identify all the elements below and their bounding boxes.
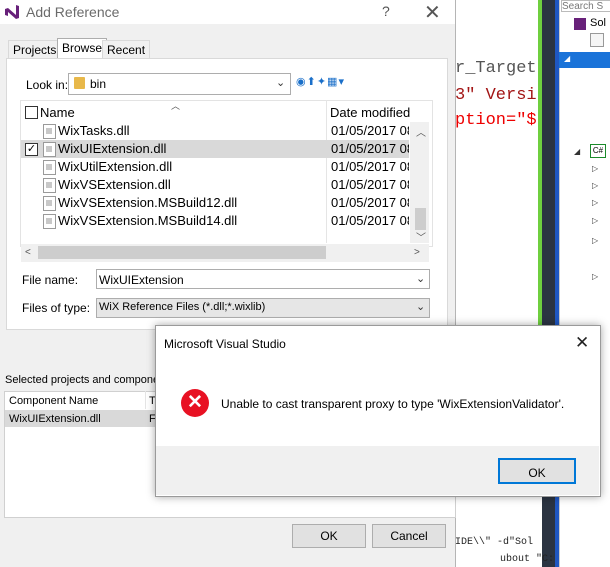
file-name: WixVSExtension.MSBuild12.dll [58, 195, 238, 210]
file-date: 01/05/2017 08:3 [331, 123, 409, 138]
file-row[interactable]: WixVSExtension.MSBuild14.dll 01/05/2017 0… [21, 212, 409, 230]
file-checkbox[interactable] [25, 215, 38, 228]
error-message: Unable to cast transparent proxy to type… [221, 397, 565, 411]
error-ok-button[interactable]: OK [498, 458, 576, 484]
column-header-name[interactable]: Name [40, 105, 75, 120]
look-in-value: bin [90, 77, 107, 91]
column-divider[interactable] [145, 391, 146, 409]
file-date: 01/05/2017 08:3 [331, 195, 409, 210]
selected-components-label: Selected projects and componen [5, 374, 166, 386]
file-row[interactable]: WixUtilExtension.dll 01/05/2017 08:3 [21, 158, 409, 176]
help-icon[interactable]: ? [382, 3, 390, 19]
file-name: WixUIExtension.dll [58, 141, 167, 156]
ok-button[interactable]: OK [292, 524, 366, 548]
dll-file-icon [43, 178, 56, 193]
project-icon [590, 33, 604, 47]
scroll-left-icon[interactable]: < [25, 247, 31, 258]
file-name: WixUtilExtension.dll [58, 159, 173, 174]
dll-file-icon [43, 214, 56, 229]
chevron-down-icon[interactable]: ⌄ [416, 272, 425, 285]
error-icon: ✕ [181, 389, 209, 417]
solution-root-label: Sol [590, 17, 606, 29]
solution-icon [574, 18, 586, 30]
file-name: WixVSExtension.dll [58, 177, 171, 192]
scroll-down-icon[interactable]: ﹀ [416, 229, 426, 244]
chevron-down-icon[interactable]: ⌄ [416, 300, 425, 313]
expand-arrow-icon[interactable]: ▷ [592, 236, 598, 245]
dialog-title: Add Reference [26, 4, 120, 20]
files-of-type-value: WiX Reference Files (*.dll;*.wixlib) [99, 301, 266, 313]
file-name: WixVSExtension.MSBuild14.dll [58, 213, 238, 228]
file-name: WixTasks.dll [58, 123, 130, 138]
select-all-checkbox[interactable] [25, 106, 38, 119]
code-line: 3" Versi [455, 86, 537, 105]
dll-file-icon [43, 196, 56, 211]
scroll-up-icon[interactable]: ︿ [416, 124, 426, 139]
file-name-value[interactable]: WixUIExtension [99, 273, 184, 287]
csharp-project-icon: C# [590, 144, 606, 158]
file-date: 01/05/2017 08:3 [331, 213, 409, 228]
dll-file-icon [43, 160, 56, 175]
expand-arrow-icon[interactable]: ▷ [592, 272, 598, 281]
view-menu-icon[interactable]: ▦▾ [327, 76, 345, 88]
code-line: r_Target [455, 59, 537, 78]
output-line: ubout "C: [500, 554, 555, 565]
column-header-date[interactable]: Date modified [330, 105, 410, 120]
file-checkbox[interactable] [25, 125, 38, 138]
column-header-component[interactable]: Component Name [9, 395, 98, 407]
component-name-cell: WixUIExtension.dll [9, 413, 101, 425]
file-checkbox[interactable]: ✓ [25, 143, 38, 156]
file-row[interactable]: WixVSExtension.dll 01/05/2017 08:3 [21, 176, 409, 194]
file-row[interactable]: ✓ WixUIExtension.dll 01/05/2017 08:3 [21, 140, 409, 158]
file-row[interactable]: WixVSExtension.MSBuild12.dll 01/05/2017 0… [21, 194, 409, 212]
cancel-button[interactable]: Cancel [372, 524, 446, 548]
chevron-down-icon[interactable]: ⌄ [276, 76, 285, 89]
expand-arrow-icon[interactable]: ▷ [592, 164, 598, 173]
dll-file-icon [43, 124, 56, 139]
expand-arrow-icon[interactable]: ▷ [592, 216, 598, 225]
file-row[interactable]: WixTasks.dll 01/05/2017 08:3 [21, 122, 409, 140]
file-date: 01/05/2017 08:3 [331, 159, 409, 174]
look-in-label: Look in: [26, 78, 69, 92]
tab-browse[interactable]: Browse [57, 38, 108, 60]
back-icon[interactable]: ◉ [296, 76, 307, 88]
solution-search-input[interactable]: Search S [561, 0, 610, 12]
file-checkbox[interactable] [25, 197, 38, 210]
sort-ascending-icon: ︿ [171, 101, 181, 111]
file-checkbox[interactable] [25, 179, 38, 192]
code-line: ption="$ [455, 111, 537, 130]
expand-arrow-icon[interactable]: ◢ [574, 147, 580, 156]
error-dialog-title: Microsoft Visual Studio [164, 337, 286, 351]
files-of-type-label: Files of type: [22, 301, 91, 315]
file-checkbox[interactable] [25, 161, 38, 174]
output-line: IDE\\" -d"Sol [455, 537, 534, 548]
expand-arrow-icon[interactable]: ▷ [592, 181, 598, 190]
close-icon[interactable]: ✕ [424, 0, 441, 25]
new-folder-icon[interactable]: ✦ [317, 76, 327, 88]
close-icon[interactable]: ✕ [575, 333, 589, 353]
visual-studio-icon [5, 5, 19, 19]
navigation-toolbar[interactable]: ◉⬆✦▦▾ [296, 75, 345, 88]
file-date: 01/05/2017 08:3 [331, 177, 409, 192]
tab-projects[interactable]: Projects [8, 40, 62, 60]
scroll-thumb[interactable] [38, 246, 326, 259]
scroll-thumb[interactable] [415, 208, 426, 230]
file-name-label: File name: [22, 273, 79, 287]
expand-arrow-icon[interactable]: ◢ [564, 54, 570, 63]
tab-recent[interactable]: Recent [102, 40, 151, 60]
dll-file-icon [43, 142, 56, 157]
folder-icon [74, 77, 85, 89]
file-date: 01/05/2017 08:3 [331, 141, 409, 156]
up-folder-icon[interactable]: ⬆ [307, 76, 317, 88]
scroll-right-icon[interactable]: > [414, 247, 420, 258]
expand-arrow-icon[interactable]: ▷ [592, 198, 598, 207]
